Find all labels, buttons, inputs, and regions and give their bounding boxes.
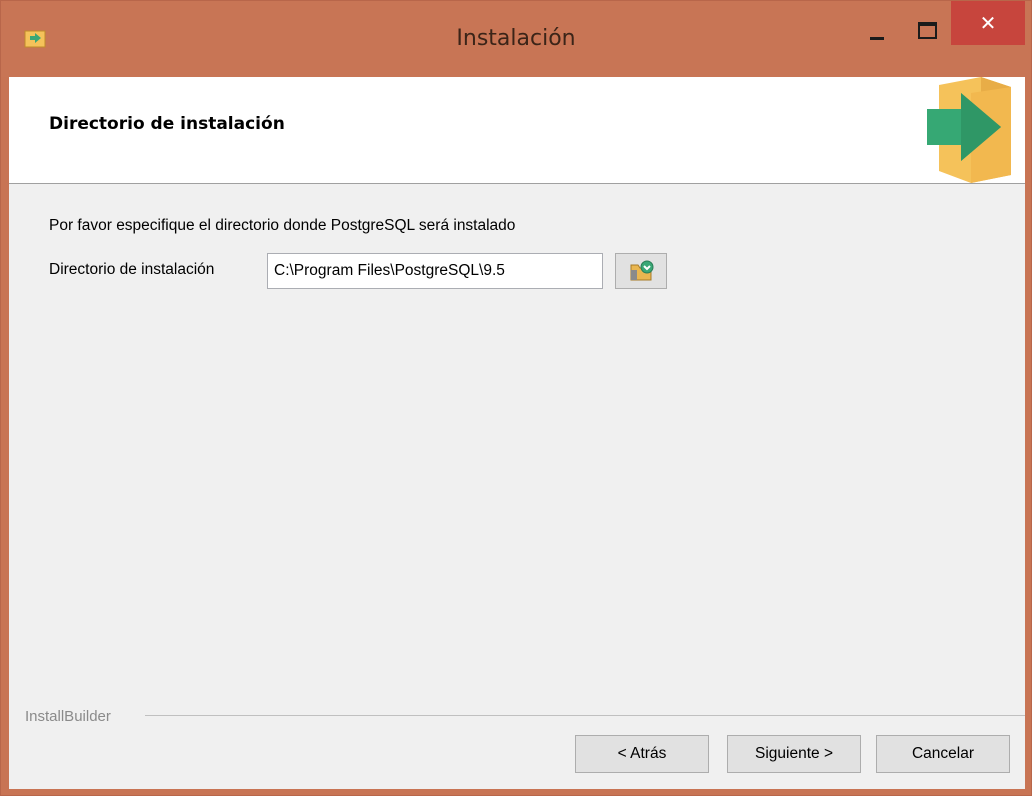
close-icon: ✕ <box>979 11 997 35</box>
installer-window: Instalación ✕ Directorio de instalación … <box>0 0 1032 796</box>
client-area: Directorio de instalación Por favor espe… <box>9 77 1025 789</box>
footer-divider <box>145 715 1025 716</box>
page-header: Directorio de instalación <box>9 77 1025 184</box>
directory-label: Directorio de instalación <box>49 261 215 278</box>
browse-folder-button[interactable] <box>615 253 667 289</box>
next-button[interactable]: Siguiente > <box>727 735 861 773</box>
installer-box-arrow-icon <box>919 71 1015 183</box>
instructions-text: Por favor especifique el directorio dond… <box>49 217 516 234</box>
minimize-button[interactable] <box>856 9 900 45</box>
folder-browse-icon <box>630 260 654 282</box>
page-title: Directorio de instalación <box>49 114 285 134</box>
cancel-button[interactable]: Cancelar <box>876 735 1010 773</box>
back-button[interactable]: < Atrás <box>575 735 709 773</box>
title-bar[interactable]: Instalación ✕ <box>1 1 1031 77</box>
close-button[interactable]: ✕ <box>951 1 1025 45</box>
maximize-button[interactable] <box>904 9 948 45</box>
installbuilder-label: InstallBuilder <box>25 708 111 725</box>
directory-field[interactable] <box>267 253 603 289</box>
